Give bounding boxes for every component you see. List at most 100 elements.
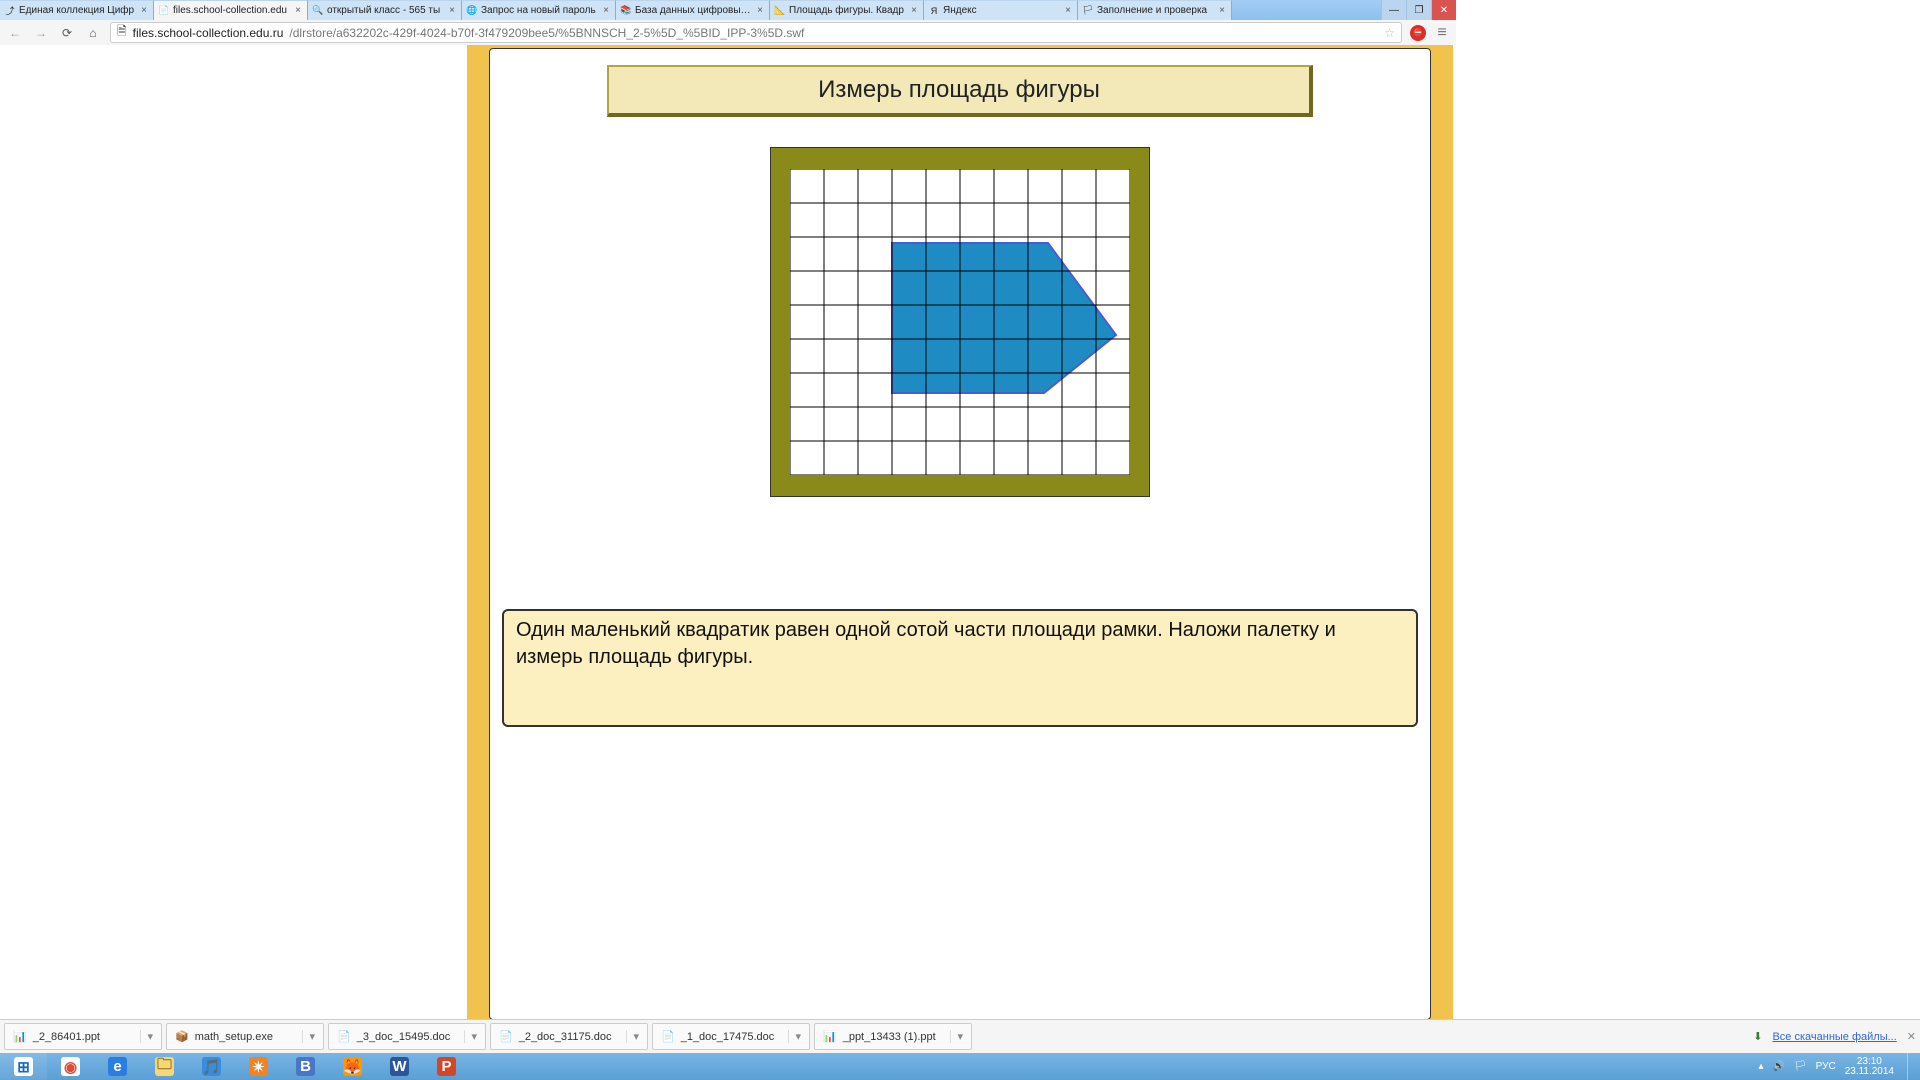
download-item-menu-icon[interactable]: ▾ (950, 1030, 963, 1043)
taskbar-app-button[interactable]: B (282, 1053, 329, 1080)
grid-frame[interactable] (770, 147, 1150, 497)
tab-favicon: Я (928, 5, 940, 17)
show-desktop-button[interactable] (1907, 1053, 1916, 1080)
browser-toolbar: ← → ⟳ ⌂ 🗎 files.school-collection.edu.ru… (0, 20, 1456, 46)
browser-tab[interactable]: 📐Площадь фигуры. Квадр× (770, 0, 924, 20)
url-path: /dlrstore/a632202c-429f-4024-b70f-3f4792… (289, 26, 804, 40)
download-file-icon: 📄 (337, 1030, 351, 1043)
window-maximize-button[interactable]: ❐ (1406, 0, 1431, 20)
flash-stage-frame: Измерь площадь фигуры Один маленький ква… (467, 45, 1453, 1020)
taskbar-app-button[interactable]: 🎵 (188, 1053, 235, 1080)
tab-close-icon[interactable]: × (601, 5, 611, 16)
instruction-box: Один маленький квадратик равен одной сот… (502, 609, 1418, 727)
taskbar-app-button[interactable]: ✴ (235, 1053, 282, 1080)
download-item-menu-icon[interactable]: ▾ (464, 1030, 477, 1043)
tab-title: Запрос на новый пароль (481, 5, 598, 16)
browser-tab[interactable]: 📄files.school-collection.edu× (154, 0, 308, 20)
browser-tab[interactable]: 🌐Запрос на новый пароль× (462, 0, 616, 20)
download-file-name: _2_86401.ppt (33, 1031, 100, 1043)
tab-title: Яндекс (943, 5, 1060, 16)
download-file-icon: 📊 (13, 1030, 27, 1043)
download-item[interactable]: 📊 _2_86401.ppt ▾ (4, 1023, 162, 1050)
tab-favicon: 📐 (774, 5, 786, 17)
taskbar-app-button[interactable]: ◉ (47, 1053, 94, 1080)
tab-title: открытый класс - 565 ты (327, 5, 444, 16)
browser-tab[interactable]: ⤴Единая коллекция Цифр× (0, 0, 154, 20)
download-file-name: _1_doc_17475.doc (681, 1031, 775, 1043)
tray-clock[interactable]: 23:10 23.11.2014 (1845, 1057, 1894, 1077)
download-item-menu-icon[interactable]: ▾ (626, 1030, 639, 1043)
start-button[interactable]: ⊞ (0, 1053, 47, 1080)
tab-favicon: 📄 (158, 5, 170, 17)
window-minimize-button[interactable]: — (1381, 0, 1406, 20)
download-item-menu-icon[interactable]: ▾ (788, 1030, 801, 1043)
lesson-title: Измерь площадь фигуры (818, 76, 1100, 104)
tab-close-icon[interactable]: × (447, 5, 457, 16)
tab-title: Заполнение и проверка (1097, 5, 1214, 16)
browser-tabstrip: ⤴Единая коллекция Цифр×📄files.school-col… (0, 0, 1456, 20)
browser-tab[interactable]: 📚База данных цифровых о× (616, 0, 770, 20)
adblock-icon[interactable]: ⛔ (1410, 25, 1426, 41)
tab-close-icon[interactable]: × (1063, 5, 1073, 16)
flash-stage: Измерь площадь фигуры Один маленький ква… (489, 48, 1431, 1020)
url-host: files.school-collection.edu.ru (133, 26, 284, 40)
page-viewport: Измерь площадь фигуры Один маленький ква… (0, 45, 1920, 1020)
home-button[interactable]: ⌂ (84, 26, 102, 40)
tray-show-hidden-icon[interactable]: ▴ (1758, 1061, 1763, 1072)
back-button[interactable]: ← (6, 26, 24, 40)
bookmark-star-icon[interactable]: ☆ (1384, 26, 1395, 40)
taskbar-app-button[interactable]: W (376, 1053, 423, 1080)
taskbar-app-button[interactable]: e (94, 1053, 141, 1080)
tab-close-icon[interactable]: × (139, 5, 149, 16)
browser-tab[interactable]: ЯЯндекс× (924, 0, 1078, 20)
taskbar-app-button[interactable]: 🗀 (141, 1053, 188, 1080)
show-all-downloads-link[interactable]: Все скачанные файлы... (1772, 1031, 1896, 1043)
tray-language-indicator[interactable]: РУС (1816, 1061, 1836, 1072)
download-file-icon: 📊 (823, 1030, 837, 1043)
download-item[interactable]: 📄 _3_doc_15495.doc ▾ (328, 1023, 486, 1050)
address-bar[interactable]: 🗎 files.school-collection.edu.ru/dlrstor… (110, 22, 1402, 43)
browser-tab[interactable]: 🏳Заполнение и проверка× (1078, 0, 1232, 20)
system-tray: ▴ 🔊 🏳 РУС 23:10 23.11.2014 (1754, 1053, 1920, 1080)
download-arrow-icon: ⬇ (1753, 1030, 1762, 1043)
page-icon: 🗎 (117, 22, 127, 43)
reload-button[interactable]: ⟳ (58, 26, 76, 40)
window-close-button[interactable]: ✕ (1431, 0, 1456, 20)
tab-title: Площадь фигуры. Квадр (789, 5, 906, 16)
download-item-menu-icon[interactable]: ▾ (302, 1030, 315, 1043)
chrome-menu-button[interactable]: ≡ (1434, 25, 1450, 41)
windows-taskbar: ⊞◉e🗀🎵✴B🦊WP ▴ 🔊 🏳 РУС 23:10 23.11.2014 (0, 1053, 1920, 1080)
download-file-icon: 📄 (499, 1030, 513, 1043)
tab-title: База данных цифровых о (635, 5, 752, 16)
download-item[interactable]: 📄 _2_doc_31175.doc ▾ (490, 1023, 648, 1050)
download-item[interactable]: 📊_ppt_13433 (1).ppt▾ (814, 1023, 972, 1050)
window-buttons: — ❐ ✕ (1381, 0, 1456, 20)
tab-close-icon[interactable]: × (1217, 5, 1227, 16)
tab-favicon: 🏳 (1082, 5, 1094, 17)
tray-volume-icon[interactable]: 🔊 (1773, 1061, 1785, 1072)
tab-favicon: 🔍 (312, 5, 324, 17)
tray-time: 23:10 (1845, 1057, 1894, 1067)
grid-canvas[interactable] (790, 169, 1130, 475)
tab-close-icon[interactable]: × (293, 5, 303, 16)
download-file-name: math_setup.exe (195, 1031, 273, 1043)
instruction-text: Один маленький квадратик равен одной сот… (516, 619, 1336, 668)
download-item-menu-icon[interactable]: ▾ (140, 1030, 153, 1043)
tab-title: files.school-collection.edu (173, 5, 290, 16)
tab-favicon: 🌐 (466, 5, 478, 17)
download-item[interactable]: 📄_1_doc_17475.doc▾ (652, 1023, 810, 1050)
tray-network-icon[interactable]: 🏳 (1794, 1061, 1807, 1072)
taskbar-app-button[interactable]: P (423, 1053, 470, 1080)
download-item[interactable]: 📦math_setup.exe▾ (166, 1023, 324, 1050)
tab-close-icon[interactable]: × (755, 5, 765, 16)
taskbar-app-button[interactable]: 🦊 (329, 1053, 376, 1080)
tray-date: 23.11.2014 (1845, 1067, 1894, 1077)
download-file-name: _2_doc_31175.doc (519, 1031, 612, 1043)
downloads-bar: 📊_2_86401.ppt▾📦math_setup.exe▾📄_3_doc_15… (0, 1019, 1920, 1053)
download-file-name: _3_doc_15495.doc (357, 1031, 451, 1043)
browser-tab[interactable]: 🔍открытый класс - 565 ты× (308, 0, 462, 20)
forward-button[interactable]: → (32, 26, 50, 40)
tab-close-icon[interactable]: × (909, 5, 919, 16)
tab-favicon: 📚 (620, 5, 632, 17)
downloads-bar-close-button[interactable]: ✕ (1907, 1030, 1916, 1043)
